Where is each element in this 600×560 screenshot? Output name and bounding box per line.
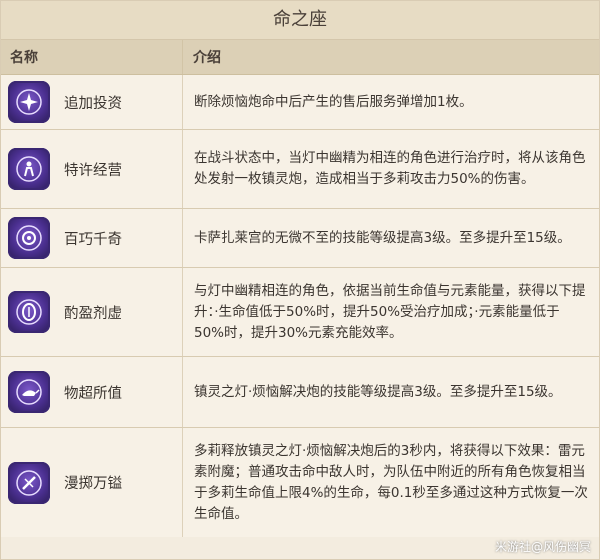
constellation-lamp-icon xyxy=(8,371,50,413)
constellation-desc: 在战斗状态中，当灯中幽精为相连的角色进行治疗时，将从该角色处发射一枚镇灵炮，造成… xyxy=(194,150,586,187)
constellation-name: 追加投资 xyxy=(64,95,122,112)
constellation-name-cell: 追加投资 xyxy=(1,75,183,129)
constellation-desc: 卡萨扎莱宫的无微不至的技能等级提高3级。至多提升至15级。 xyxy=(194,229,571,246)
constellation-coin-icon xyxy=(8,291,50,333)
constellation-name-cell: 百巧千奇 xyxy=(1,209,183,267)
table-row: 物超所值 镇灵之灯·烦恼解决炮的技能等级提高3级。至多提升至15级。 xyxy=(1,357,599,428)
table-row: 特许经营 在战斗状态中，当灯中幽精为相连的角色进行治疗时，将从该角色处发射一枚镇… xyxy=(1,130,599,209)
watermark: 米游社@风伤幽冥 xyxy=(494,540,591,554)
constellation-desc: 镇灵之灯·烦恼解决炮的技能等级提高3级。至多提升至15级。 xyxy=(194,383,562,400)
constellation-name-cell: 特许经营 xyxy=(1,130,183,208)
constellation-panel: 命之座 名称 介绍 追加投资 断除烦恼炮命中后产生的售后服务弹增加1枚。 特许经… xyxy=(0,0,600,560)
table-row: 酌盈剂虚 与灯中幽精相连的角色，依据当前生命值与元素能量，获得以下提升：·生命值… xyxy=(1,268,599,357)
constellation-name: 酌盈剂虚 xyxy=(64,305,122,322)
header-name: 名称 xyxy=(1,40,183,74)
constellation-name: 物超所值 xyxy=(64,385,122,402)
constellation-name: 百巧千奇 xyxy=(64,231,122,248)
table-row: 百巧千奇 卡萨扎莱宫的无微不至的技能等级提高3级。至多提升至15级。 xyxy=(1,209,599,268)
constellation-name-cell: 酌盈剂虚 xyxy=(1,268,183,356)
constellation-blade-icon xyxy=(8,461,50,504)
constellation-sparkle-icon xyxy=(8,81,50,123)
constellation-desc: 断除烦恼炮命中后产生的售后服务弹增加1枚。 xyxy=(194,93,473,110)
constellation-name-cell: 物超所值 xyxy=(1,357,183,427)
table-header: 名称 介绍 xyxy=(1,40,599,75)
constellation-name: 特许经营 xyxy=(64,162,122,179)
constellation-name-cell: 漫掷万镒 xyxy=(1,428,183,537)
constellation-desc: 与灯中幽精相连的角色，依据当前生命值与元素能量，获得以下提升：·生命值低于50%… xyxy=(194,282,586,341)
constellation-name: 漫掷万镒 xyxy=(64,476,122,492)
table-row: 漫掷万镒 多莉释放镇灵之灯·烦恼解决炮后的3秒内，将获得以下效果：雷元素附魔；普… xyxy=(1,428,599,537)
table-row: 追加投资 断除烦恼炮命中后产生的售后服务弹增加1枚。 xyxy=(1,75,599,130)
constellation-orb-icon xyxy=(8,217,50,259)
constellation-figure-icon xyxy=(8,148,50,190)
constellation-desc: 多莉释放镇灵之灯·烦恼解决炮后的3秒内，将获得以下效果：雷元素附魔；普通攻击命中… xyxy=(194,442,588,522)
panel-title: 命之座 xyxy=(1,1,599,40)
header-desc: 介绍 xyxy=(193,50,221,66)
